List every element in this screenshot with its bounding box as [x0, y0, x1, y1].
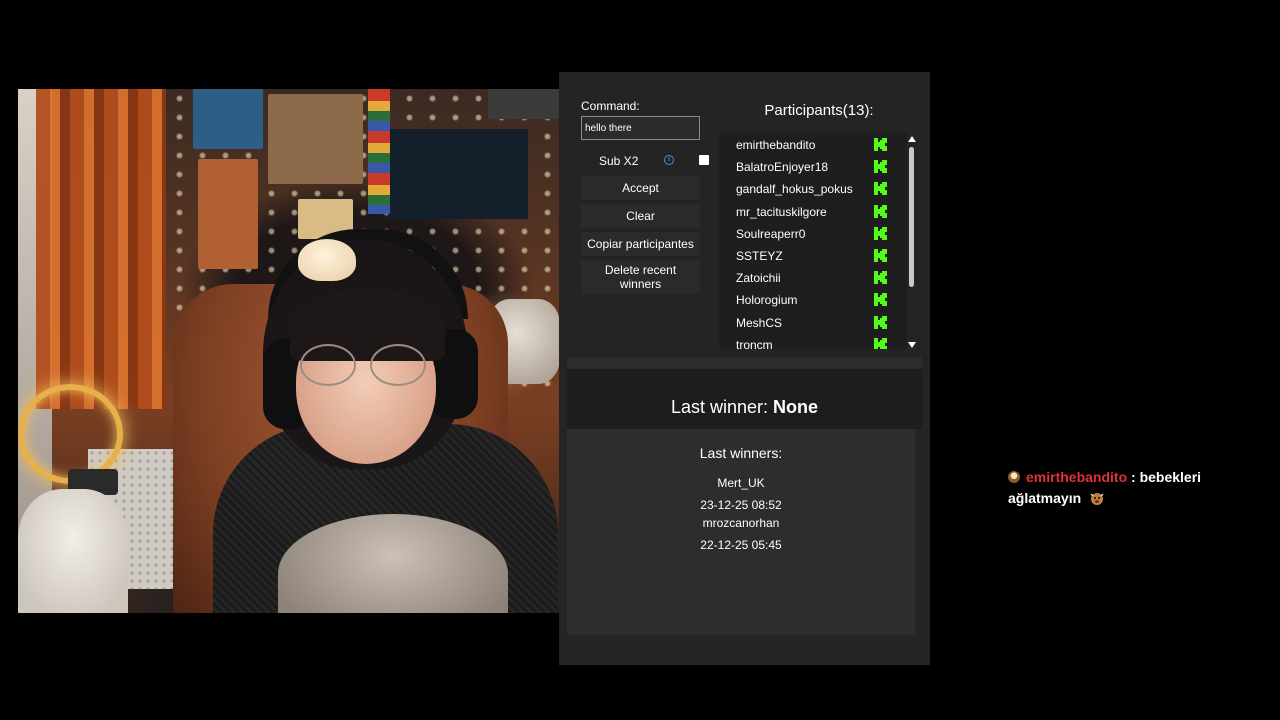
poster [388, 129, 528, 219]
scroll-up-arrow-icon[interactable] [908, 136, 916, 142]
plush-toy [298, 239, 356, 281]
scrollbar-thumb[interactable] [909, 147, 914, 287]
participant-name: SSTEYZ [736, 248, 783, 263]
kick-icon [874, 315, 887, 329]
chat-message-text: bebekleri [1139, 469, 1202, 485]
kick-icon [874, 204, 887, 218]
kick-icon [874, 293, 887, 307]
participant-row[interactable]: mr_tacituskilgore [719, 200, 895, 222]
participants-scrollbar[interactable] [907, 136, 917, 348]
participant-row[interactable]: Soulreaperr0 [719, 222, 895, 244]
chat-message-text: ağlatmayın [1008, 490, 1082, 506]
command-input[interactable] [581, 116, 700, 140]
blanket [18, 489, 128, 613]
participant-row[interactable]: troncm [719, 333, 895, 349]
webcam-feed [18, 89, 560, 613]
participants-list-inner: emirthebandito BalatroEnjoyer18 gandalf_ho… [719, 133, 895, 349]
badge-icon [1008, 471, 1020, 483]
last-winner-label: Last winner: [670, 397, 769, 417]
winner-date: 23-12-25 08:52 [700, 498, 782, 512]
participant-name: emirthebandito [736, 138, 816, 152]
sub-x2-checkbox[interactable] [699, 155, 709, 165]
participant-row[interactable]: SSTEYZ [719, 244, 895, 266]
kick-icon [874, 248, 887, 262]
giveaway-panel: Command: Sub X2 i Accept Clear Copiar pa… [559, 72, 930, 665]
kick-icon [874, 271, 887, 285]
chat-separator: : [1131, 469, 1136, 485]
participant-row[interactable]: emirthebandito [719, 133, 895, 155]
controls-section: Command: Sub X2 i Accept Clear Copiar pa… [559, 72, 930, 357]
sub-x2-row: Sub X2 i [581, 152, 709, 170]
participants-title: Participants(13): [764, 102, 874, 119]
participant-name: gandalf_hokus_pokus [736, 182, 853, 197]
kick-icon [874, 337, 887, 349]
participant-row[interactable]: BalatroEnjoyer18 [719, 155, 895, 177]
scarf [368, 89, 390, 214]
participant-row[interactable]: Zatoichii [719, 266, 895, 288]
participant-row[interactable]: MeshCS [719, 311, 895, 333]
kick-icon [874, 226, 887, 240]
participant-name: mr_tacituskilgore [736, 204, 827, 219]
participant-name: BalatroEnjoyer18 [736, 160, 829, 175]
participant-name: troncm [736, 337, 773, 349]
info-icon[interactable]: i [664, 155, 674, 165]
glasses [300, 344, 430, 388]
participants-list[interactable]: emirthebandito BalatroEnjoyer18 gandalf_ho… [719, 133, 907, 349]
delete-recent-winners-button[interactable]: Delete recent winners [581, 260, 700, 294]
scroll-down-arrow-icon[interactable] [908, 342, 916, 348]
kick-icon [874, 160, 887, 174]
participant-name: MeshCS [736, 315, 783, 330]
last-winners-box: Last winners: Mert_UK 23-12-25 08:52 mro… [567, 429, 915, 635]
winner-name: mrozcanorhan [702, 516, 780, 530]
participant-row[interactable]: gandalf_hokus_pokus [719, 177, 895, 199]
command-label: Command: [581, 99, 640, 113]
curtain [36, 89, 166, 409]
last-winners-title: Last winners: [699, 445, 783, 461]
poster [488, 89, 560, 119]
sub-x2-label: Sub X2 [599, 154, 639, 168]
chat-message: emirthebandito : bebekleri ağlatmayın [1008, 467, 1248, 509]
section-divider [567, 357, 922, 369]
poster [268, 94, 363, 184]
poster [198, 159, 258, 269]
winner-name: Mert_UK [717, 476, 765, 490]
copy-participants-button[interactable]: Copiar participantes [581, 232, 700, 256]
chat-username: emirthebandito [1026, 469, 1128, 485]
last-winner-value: None [773, 397, 819, 417]
crying-emote-icon [1090, 493, 1104, 505]
clear-button[interactable]: Clear [581, 204, 700, 228]
kick-icon [874, 182, 887, 196]
participant-name: Holorogium [736, 293, 798, 308]
last-winner-display: Last winner: None [559, 397, 930, 418]
participant-name: Zatoichii [736, 271, 781, 286]
participant-name: Soulreaperr0 [736, 226, 806, 241]
participant-row[interactable]: Holorogium [719, 288, 895, 310]
poster [193, 89, 263, 149]
winner-date: 22-12-25 05:45 [700, 538, 782, 552]
accept-button[interactable]: Accept [581, 176, 700, 200]
kick-icon [874, 138, 887, 151]
